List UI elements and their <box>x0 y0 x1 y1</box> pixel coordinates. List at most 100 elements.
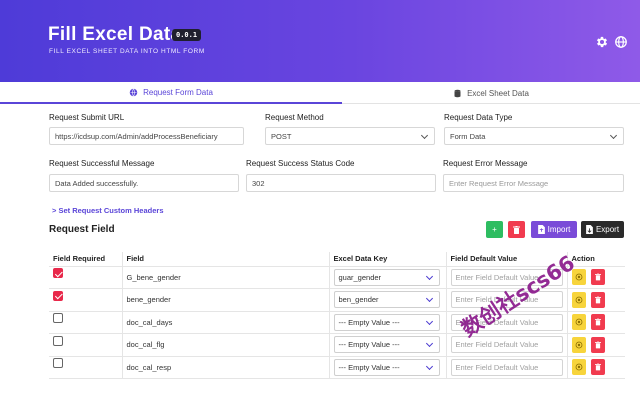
field-required-checkbox[interactable] <box>53 358 63 369</box>
version-badge: 0.0.1 <box>172 29 202 41</box>
column-header: Field Required <box>49 252 123 267</box>
request-method-label: Request Method <box>265 113 324 122</box>
app-subtitle: FILL EXCEL SHEET DATA INTO HTML FORM <box>49 48 205 55</box>
request-data-type-label: Request Data Type <box>444 113 513 122</box>
action-cell <box>567 333 625 357</box>
excel-data-key-select[interactable]: --- Empty Value --- <box>333 336 440 354</box>
file-import-icon <box>537 225 545 234</box>
tab-excel-sheet-data[interactable]: Excel Sheet Data <box>342 82 640 104</box>
field-required-checkbox[interactable] <box>53 313 63 324</box>
view-button[interactable] <box>571 291 586 308</box>
add-field-button[interactable]: + <box>486 221 503 238</box>
field-required-cell <box>49 356 123 379</box>
import-button[interactable]: Import <box>531 221 577 238</box>
field-name-cell: doc_cal_days <box>122 311 330 334</box>
request-field-title: Request Field <box>49 224 115 235</box>
globe-icon[interactable] <box>614 35 628 49</box>
field-required-cell <box>49 288 123 312</box>
excel-key-cell: --- Empty Value --- <box>329 333 447 357</box>
error-message-label: Request Error Message <box>443 159 528 168</box>
database-icon <box>454 89 461 97</box>
table-row: doc_cal_flg --- Empty Value --- Enter Fiel… <box>49 333 625 357</box>
excel-data-key-select[interactable]: --- Empty Value --- <box>333 313 440 331</box>
field-default-value-input[interactable]: Enter Field Default Value <box>450 336 563 354</box>
eye-icon <box>575 363 582 371</box>
eye-icon <box>575 296 582 304</box>
excel-key-cell: ben_gender <box>329 288 447 312</box>
trash-icon <box>594 296 601 304</box>
field-name-cell: doc_cal_resp <box>122 356 330 379</box>
default-value-cell: Enter Field Default Value <box>446 356 568 379</box>
view-button[interactable] <box>571 359 586 376</box>
trash-icon <box>594 363 601 371</box>
field-required-checkbox[interactable] <box>53 290 63 301</box>
app-header: Fill Excel Data 0.0.1 FILL EXCEL SHEET D… <box>0 0 640 82</box>
field-required-checkbox[interactable] <box>53 335 63 346</box>
excel-key-cell: guar_gender <box>329 266 447 289</box>
request-method-value: POST <box>271 131 292 141</box>
error-message-input[interactable]: Enter Request Error Message <box>443 174 624 192</box>
file-export-icon <box>586 225 593 234</box>
request-data-type-select[interactable]: Form Data <box>444 127 624 145</box>
excel-data-key-value: --- Empty Value --- <box>338 362 400 372</box>
trash-icon <box>513 225 520 234</box>
set-custom-headers-link[interactable]: > Set Request Custom Headers <box>52 206 164 215</box>
gear-icon[interactable] <box>595 35 609 49</box>
success-status-code-label: Request Success Status Code <box>246 159 355 168</box>
delete-all-button[interactable] <box>508 221 525 238</box>
excel-key-cell: --- Empty Value --- <box>329 311 447 334</box>
eye-icon <box>575 341 582 349</box>
request-method-select[interactable]: POST <box>265 127 435 145</box>
field-required-cell <box>49 333 123 357</box>
plus-icon: + <box>492 225 497 234</box>
eye-icon <box>575 318 582 326</box>
field-name-cell: doc_cal_flg <box>122 333 330 357</box>
excel-data-key-value: guar_gender <box>338 272 382 282</box>
app-title: Fill Excel Data <box>48 24 182 45</box>
excel-key-cell: --- Empty Value --- <box>329 356 447 379</box>
view-button[interactable] <box>571 336 586 353</box>
column-header: Excel Data Key <box>329 252 447 267</box>
field-name-cell: G_bene_gender <box>122 266 330 289</box>
view-button[interactable] <box>571 314 586 331</box>
delete-row-button[interactable] <box>590 336 605 353</box>
table-row: doc_cal_days --- Empty Value --- Enter Fie… <box>49 311 625 334</box>
delete-row-button[interactable] <box>590 359 605 376</box>
tab-bar: Request Form Data Excel Sheet Data <box>0 82 640 104</box>
trash-icon <box>594 318 601 326</box>
export-button[interactable]: Export <box>581 221 624 238</box>
success-status-code-input[interactable]: 302 <box>246 174 436 192</box>
trash-icon <box>594 273 601 281</box>
field-default-value-input[interactable]: Enter Field Default Value <box>450 358 563 376</box>
field-required-cell <box>49 266 123 289</box>
import-label: Import <box>547 225 571 234</box>
excel-data-key-select[interactable]: --- Empty Value --- <box>333 358 440 376</box>
action-cell <box>567 311 625 334</box>
delete-row-button[interactable] <box>590 269 605 286</box>
request-url-input[interactable]: https://icdsup.com/Admin/addProcessBenef… <box>49 127 244 145</box>
excel-data-key-value: ben_gender <box>338 295 379 305</box>
excel-data-key-select[interactable]: ben_gender <box>333 291 440 309</box>
tab-label: Request Form Data <box>143 87 213 97</box>
success-message-label: Request Successful Message <box>49 159 155 168</box>
field-required-cell <box>49 311 123 334</box>
globe-icon <box>129 88 138 96</box>
trash-icon <box>594 341 601 349</box>
delete-row-button[interactable] <box>590 291 605 308</box>
excel-data-key-value: --- Empty Value --- <box>338 317 400 327</box>
column-header: Field <box>122 252 330 267</box>
column-header: Action <box>567 252 625 267</box>
excel-data-key-select[interactable]: guar_gender <box>333 268 440 286</box>
export-label: Export <box>595 225 620 234</box>
tab-request-form-data[interactable]: Request Form Data <box>0 82 342 104</box>
table-row: doc_cal_resp --- Empty Value --- Enter Fie… <box>49 356 625 379</box>
success-message-input[interactable]: Data Added successfully. <box>49 174 239 192</box>
default-value-cell: Enter Field Default Value <box>446 333 568 357</box>
field-name-cell: bene_gender <box>122 288 330 312</box>
request-data-type-value: Form Data <box>450 131 486 141</box>
excel-data-key-value: --- Empty Value --- <box>338 340 400 350</box>
field-required-checkbox[interactable] <box>53 268 63 279</box>
tab-label: Excel Sheet Data <box>467 88 529 98</box>
request-url-label: Request Submit URL <box>49 113 125 122</box>
delete-row-button[interactable] <box>590 314 605 331</box>
